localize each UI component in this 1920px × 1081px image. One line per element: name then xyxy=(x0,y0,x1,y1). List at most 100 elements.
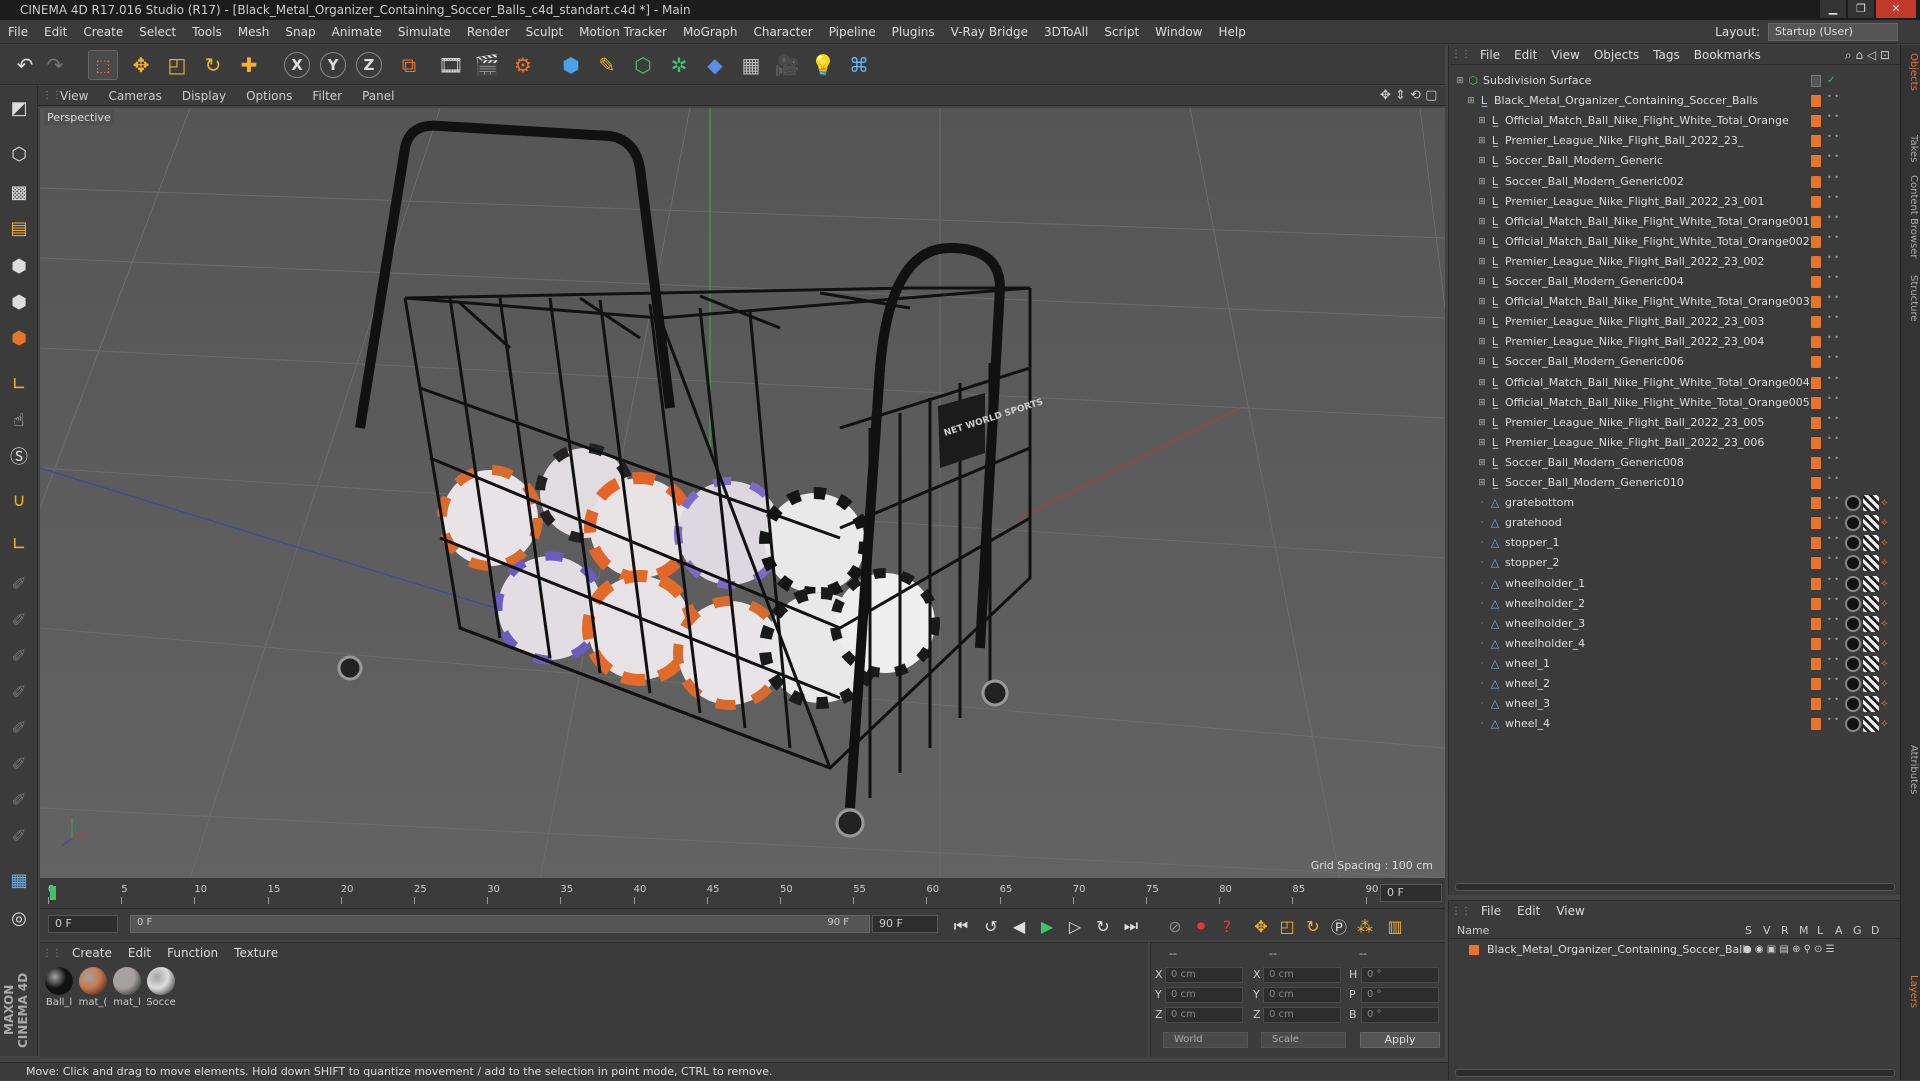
viewport-menu-panel[interactable]: Panel xyxy=(352,89,404,103)
live-selection-icon[interactable]: ⬚ xyxy=(88,50,118,80)
menu-motion-tracker[interactable]: Motion Tracker xyxy=(571,25,675,39)
coord-size-field[interactable]: 0 cm xyxy=(1263,1007,1341,1023)
coord-rot-field[interactable]: 0 ° xyxy=(1361,1007,1439,1023)
object-row[interactable]: · △ wheelholder_2 • • ⟡ xyxy=(1449,594,1901,614)
layer-color-icon[interactable] xyxy=(1811,698,1821,711)
object-menu-tags[interactable]: Tags xyxy=(1646,48,1687,62)
phong-tag-icon[interactable]: ⟡ xyxy=(1881,654,1888,674)
drag-handle-icon[interactable]: ⋮⋮ xyxy=(1449,906,1473,917)
visibility-dots-icon[interactable]: • • xyxy=(1827,314,1839,329)
minimize-button[interactable]: ▁ xyxy=(1820,0,1846,18)
layer-color-icon[interactable] xyxy=(1811,396,1821,409)
record-keys-icon[interactable]: ⊘ xyxy=(1164,915,1186,937)
expand-toggle-icon[interactable]: ⊞ xyxy=(1455,71,1465,91)
phong-tag-icon[interactable]: ⟡ xyxy=(1881,574,1888,594)
coord-pos-field[interactable]: 0 cm xyxy=(1165,967,1243,983)
object-row[interactable]: · △ wheel_3 • • ⟡ xyxy=(1449,694,1901,714)
key-pla-icon[interactable]: ⁂ xyxy=(1354,915,1376,937)
material-tag-icon[interactable] xyxy=(1845,635,1861,652)
coord-size-field[interactable]: 0 cm xyxy=(1263,967,1341,983)
material-tag-icon[interactable] xyxy=(1845,676,1861,692)
phong-tag-icon[interactable]: ⟡ xyxy=(1881,694,1888,714)
layer-color-icon[interactable] xyxy=(1811,416,1821,429)
side-tab-takes[interactable]: Takes xyxy=(1903,135,1919,162)
object-row[interactable]: · △ wheel_1 • • ⟡ xyxy=(1449,654,1901,674)
visibility-dots-icon[interactable]: • • xyxy=(1827,535,1839,550)
layer-menu-file[interactable]: File xyxy=(1473,904,1509,918)
layer-color-icon[interactable] xyxy=(1811,255,1821,268)
axis-mode-icon[interactable]: ∟ xyxy=(5,370,33,398)
drag-handle-icon[interactable]: ⋮⋮ xyxy=(1449,49,1473,60)
menu-script[interactable]: Script xyxy=(1096,25,1147,39)
layer-hscrollbar[interactable] xyxy=(1455,1069,1895,1077)
layer-color-icon[interactable] xyxy=(1811,436,1821,449)
object-row[interactable]: ⊞ ⬡ Subdivision Surface ✓ xyxy=(1449,71,1901,91)
menu-sculpt[interactable]: Sculpt xyxy=(518,25,571,39)
sculpt-brush-4-icon[interactable]: ✐ xyxy=(5,678,33,706)
texture-tag-icon[interactable] xyxy=(1863,635,1879,652)
visibility-dots-icon[interactable]: • • xyxy=(1827,113,1839,128)
texture-tag-icon[interactable] xyxy=(1863,595,1879,612)
visibility-dots-icon[interactable]: • • xyxy=(1827,233,1839,249)
render-settings-icon[interactable]: ⚙ xyxy=(508,50,538,80)
autokey-icon[interactable]: ⏺ xyxy=(1190,915,1212,937)
visibility-dots-icon[interactable]: • • xyxy=(1827,173,1839,189)
expand-toggle-icon[interactable]: ⊞ xyxy=(1477,433,1487,453)
material-tag-icon[interactable] xyxy=(1845,495,1861,512)
expand-toggle-icon[interactable]: ⊞ xyxy=(1477,131,1487,151)
redo-icon[interactable]: ↷ xyxy=(40,50,70,80)
layer-color-icon[interactable] xyxy=(1811,115,1821,128)
prev-key-icon[interactable]: ↺ xyxy=(980,915,1002,937)
grid-snap-icon[interactable]: ▦ xyxy=(5,866,33,894)
move-tool-icon[interactable]: ✥ xyxy=(126,50,156,80)
object-row[interactable]: ⊞ L̲ Official_Match_Ball_Nike_Flight_White… xyxy=(1449,292,1901,312)
visibility-dots-icon[interactable]: • • xyxy=(1827,253,1839,269)
object-row[interactable]: · △ wheel_4 • • ⟡ xyxy=(1449,714,1901,734)
apply-button[interactable]: Apply xyxy=(1360,1032,1440,1048)
expand-toggle-icon[interactable]: ⊞ xyxy=(1477,352,1487,372)
object-row[interactable]: ⊞ L̲ Premier_League_Nike_Flight_Ball_2022_… xyxy=(1449,131,1901,151)
model-mode-icon[interactable]: ⬡ xyxy=(5,140,33,168)
texture-tag-icon[interactable] xyxy=(1863,555,1879,572)
layer-color-icon[interactable] xyxy=(1811,235,1821,248)
object-row[interactable]: ⊞ L̲ Official_Match_Ball_Nike_Flight_White… xyxy=(1449,393,1901,413)
object-row[interactable]: ⊞ L̲ Premier_League_Nike_Flight_Ball_2022_… xyxy=(1449,433,1901,453)
visibility-dots-icon[interactable]: • • xyxy=(1827,475,1839,490)
expand-toggle-icon[interactable]: ⊞ xyxy=(1477,312,1487,332)
visibility-dots-icon[interactable]: • • xyxy=(1827,655,1839,671)
drag-handle-icon[interactable]: ⋮⋮ xyxy=(38,90,62,101)
expand-toggle-icon[interactable]: ⊞ xyxy=(1477,473,1487,493)
key-scale-icon[interactable]: ◰ xyxy=(1276,915,1298,937)
layer-color-icon[interactable] xyxy=(1811,557,1821,570)
object-row[interactable]: · △ stopper_2 • • ⟡ xyxy=(1449,553,1901,573)
sculpt-brush-3-icon[interactable]: ✐ xyxy=(5,642,33,670)
sculpt-brush-7-icon[interactable]: ✐ xyxy=(5,786,33,814)
visibility-dots-icon[interactable]: • • xyxy=(1827,555,1839,570)
viewport-menu-display[interactable]: Display xyxy=(172,89,236,103)
menu-create[interactable]: Create xyxy=(75,25,131,39)
expand-toggle-icon[interactable]: ⊞ xyxy=(1477,252,1487,272)
layer-color-icon[interactable] xyxy=(1811,356,1821,369)
layer-menu-edit[interactable]: Edit xyxy=(1509,904,1548,918)
visibility-dots-icon[interactable]: • • xyxy=(1827,434,1839,450)
object-row[interactable]: ⊞ L̲ Premier_League_Nike_Flight_Ball_2022_… xyxy=(1449,312,1901,332)
enabled-check-icon[interactable]: ✓ xyxy=(1827,71,1835,91)
texture-tag-icon[interactable] xyxy=(1863,696,1879,713)
layer-color-icon[interactable] xyxy=(1811,155,1821,168)
menu-mesh[interactable]: Mesh xyxy=(230,25,278,39)
side-tab-attributes[interactable]: Attributes xyxy=(1903,745,1919,794)
timeline-window-icon[interactable]: ▥ xyxy=(1384,915,1406,937)
frame-range-slider[interactable]: 0 F 90 F xyxy=(130,915,870,933)
material-tag-icon[interactable] xyxy=(1845,515,1861,532)
expand-toggle-icon[interactable]: ⊞ xyxy=(1477,111,1487,131)
object-hscrollbar[interactable] xyxy=(1455,883,1895,891)
object-row[interactable]: ⊞ L̲ Soccer_Ball_Modern_Generic • • xyxy=(1449,151,1901,171)
material-tag-icon[interactable] xyxy=(1845,716,1861,733)
expand-toggle-icon[interactable]: ⊞ xyxy=(1477,373,1487,393)
visibility-dots-icon[interactable]: • • xyxy=(1827,515,1839,530)
layer-menu-view[interactable]: View xyxy=(1548,904,1592,918)
object-row[interactable]: · △ gratebottom • • ⟡ xyxy=(1449,493,1901,513)
texture-tag-icon[interactable] xyxy=(1863,676,1879,692)
object-row[interactable]: · △ wheel_2 • • ⟡ xyxy=(1449,674,1901,694)
phong-tag-icon[interactable]: ⟡ xyxy=(1881,714,1888,734)
